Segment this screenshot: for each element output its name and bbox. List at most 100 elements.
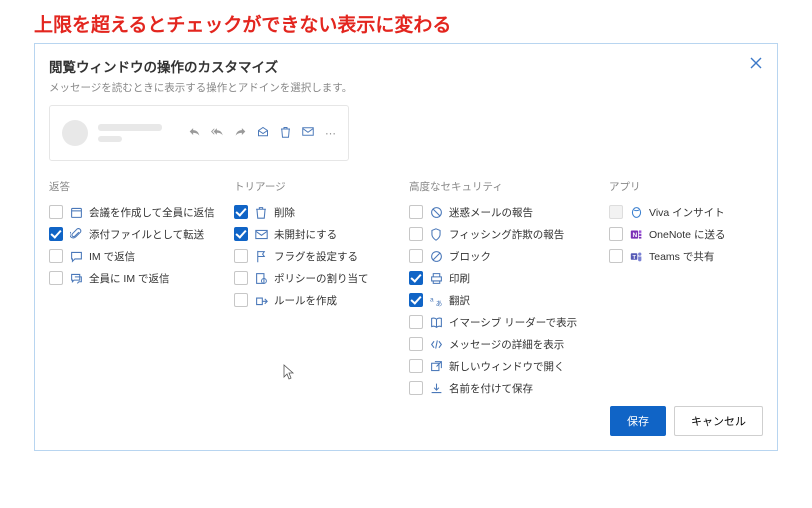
- dialog-footer: 保存 キャンセル: [49, 406, 763, 436]
- annotation-text: 上限を超えるとチェックができない表示に変わる: [0, 0, 812, 43]
- checkbox[interactable]: [234, 271, 248, 285]
- option-label: 添付ファイルとして転送: [89, 227, 204, 242]
- dialog-subtitle: メッセージを読むときに表示する操作とアドインを選択します。: [49, 80, 763, 95]
- forward-icon: [235, 126, 246, 140]
- attachment-icon: [69, 227, 83, 241]
- opt-view-message-details[interactable]: メッセージの詳細を表示: [409, 334, 589, 354]
- checkbox[interactable]: [234, 205, 248, 219]
- column-header: トリアージ: [234, 179, 389, 194]
- opt-create-rule[interactable]: ルールを作成: [234, 290, 389, 310]
- option-label: ポリシーの割り当て: [274, 271, 369, 286]
- download-icon: [429, 381, 443, 395]
- reply-icon: [189, 126, 200, 140]
- checkbox[interactable]: [49, 227, 63, 241]
- more-icon: ⋯: [325, 127, 336, 140]
- option-label: 会議を作成して全員に返信: [89, 205, 215, 220]
- option-label: 印刷: [449, 271, 470, 286]
- option-label: 未開封にする: [274, 227, 337, 242]
- column-reply: 返答 会議を作成して全員に返信 添付ファイルとして転送 IM で返信 全員に I…: [49, 179, 214, 400]
- block-icon: [429, 249, 443, 263]
- option-label: Teams で共有: [649, 249, 714, 264]
- customize-reading-pane-dialog: 閲覧ウィンドウの操作のカスタマイズ メッセージを読むときに表示する操作とアドイン…: [34, 43, 778, 451]
- option-label: フラグを設定する: [274, 249, 358, 264]
- preview-lines: [98, 124, 179, 142]
- opt-open-new-window[interactable]: 新しいウィンドウで開く: [409, 356, 589, 376]
- translate-icon: aあ: [429, 293, 443, 307]
- option-label: 新しいウィンドウで開く: [449, 359, 565, 374]
- opt-save-as[interactable]: 名前を付けて保存: [409, 378, 589, 398]
- checkbox[interactable]: [49, 249, 63, 263]
- opt-assign-policy[interactable]: ポリシーの割り当て: [234, 268, 389, 288]
- column-advanced-security: 高度なセキュリティ 迷惑メールの報告 フィッシング詐欺の報告 ブロック 印刷: [409, 179, 589, 400]
- dialog-title: 閲覧ウィンドウの操作のカスタマイズ: [49, 56, 763, 76]
- opt-send-to-onenote[interactable]: N OneNote に送る: [609, 224, 739, 244]
- cancel-button[interactable]: キャンセル: [674, 406, 763, 436]
- checkbox[interactable]: [409, 315, 423, 329]
- print-icon: [429, 271, 443, 285]
- option-label: 名前を付けて保存: [449, 381, 533, 396]
- book-icon: [429, 315, 443, 329]
- column-header: アプリ: [609, 179, 739, 194]
- opt-viva-insights[interactable]: Viva インサイト: [609, 202, 739, 222]
- teams-icon: T: [629, 249, 643, 263]
- option-label: IM で返信: [89, 249, 135, 264]
- checkbox[interactable]: [409, 205, 423, 219]
- options-columns: 返答 会議を作成して全員に返信 添付ファイルとして転送 IM で返信 全員に I…: [49, 179, 763, 400]
- chat-all-icon: [69, 271, 83, 285]
- svg-text:a: a: [430, 296, 434, 303]
- close-icon: [750, 57, 762, 69]
- option-label: メッセージの詳細を表示: [449, 337, 564, 352]
- opt-reply-im[interactable]: IM で返信: [49, 246, 214, 266]
- opt-block[interactable]: ブロック: [409, 246, 589, 266]
- checkbox[interactable]: [409, 249, 423, 263]
- opt-forward-as-attachment[interactable]: 添付ファイルとして転送: [49, 224, 214, 244]
- option-label: 迷惑メールの報告: [449, 205, 533, 220]
- opt-report-junk[interactable]: 迷惑メールの報告: [409, 202, 589, 222]
- shield-icon: [429, 227, 443, 241]
- option-label: イマーシブ リーダーで表示: [449, 315, 577, 330]
- save-button[interactable]: 保存: [610, 406, 666, 436]
- close-button[interactable]: [745, 52, 767, 74]
- toolbar-preview: ⋯: [49, 105, 349, 161]
- checkbox[interactable]: [49, 271, 63, 285]
- checkbox[interactable]: [409, 359, 423, 373]
- opt-report-phishing[interactable]: フィッシング詐欺の報告: [409, 224, 589, 244]
- delete-icon: [280, 126, 291, 141]
- reply-all-icon: [211, 126, 224, 140]
- code-icon: [429, 337, 443, 351]
- checkbox[interactable]: [49, 205, 63, 219]
- viva-icon: [629, 205, 643, 219]
- option-label: ブロック: [449, 249, 491, 264]
- opt-set-flag[interactable]: フラグを設定する: [234, 246, 389, 266]
- checkbox[interactable]: [609, 227, 623, 241]
- checkbox[interactable]: [409, 293, 423, 307]
- flag-icon: [254, 249, 268, 263]
- option-label: 全員に IM で返信: [89, 271, 170, 286]
- opt-delete[interactable]: 削除: [234, 202, 389, 222]
- svg-text:T: T: [632, 254, 636, 260]
- mail-icon: [302, 126, 314, 140]
- opt-reply-all-im[interactable]: 全員に IM で返信: [49, 268, 214, 288]
- option-label: 翻訳: [449, 293, 470, 308]
- checkbox[interactable]: [409, 337, 423, 351]
- checkbox[interactable]: [409, 381, 423, 395]
- preview-toolbar-icons: ⋯: [189, 126, 336, 141]
- option-label: 削除: [274, 205, 295, 220]
- opt-print[interactable]: 印刷: [409, 268, 589, 288]
- checkbox[interactable]: [234, 249, 248, 263]
- svg-text:N: N: [632, 231, 637, 238]
- checkbox[interactable]: [409, 271, 423, 285]
- mail-closed-icon: [254, 227, 268, 241]
- checkbox[interactable]: [609, 249, 623, 263]
- opt-translate[interactable]: aあ 翻訳: [409, 290, 589, 310]
- checkbox[interactable]: [234, 293, 248, 307]
- checkbox[interactable]: [409, 227, 423, 241]
- option-label: ルールを作成: [274, 293, 337, 308]
- opt-mark-unread[interactable]: 未開封にする: [234, 224, 389, 244]
- checkbox[interactable]: [234, 227, 248, 241]
- opt-immersive-reader[interactable]: イマーシブ リーダーで表示: [409, 312, 589, 332]
- option-label: Viva インサイト: [649, 205, 725, 220]
- opt-create-meeting-reply-all[interactable]: 会議を作成して全員に返信: [49, 202, 214, 222]
- opt-share-to-teams[interactable]: T Teams で共有: [609, 246, 739, 266]
- block-mail-icon: [429, 205, 443, 219]
